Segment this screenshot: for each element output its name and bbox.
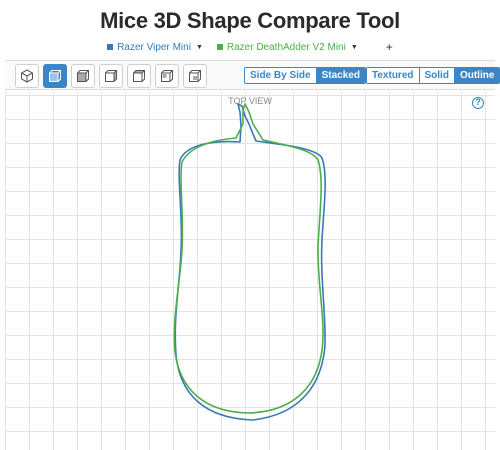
left-view-icon — [133, 70, 145, 82]
layout-toggle: Side By Side Stacked — [244, 67, 366, 84]
perspective-view-button[interactable] — [15, 64, 39, 88]
back-view-button[interactable] — [99, 64, 123, 88]
toolbar: Side By Side Stacked Textured Solid Outl… — [5, 60, 500, 90]
back-view-icon — [105, 70, 117, 82]
view-label: TOP VIEW — [228, 96, 272, 106]
top-view-icon — [49, 70, 61, 82]
add-mouse-button[interactable]: + — [386, 40, 393, 54]
stacked-button[interactable]: Stacked — [315, 68, 365, 83]
mouse-2-name: Razer DeathAdder V2 Mini — [226, 41, 346, 53]
mouse-select-2[interactable]: Razer DeathAdder V2 Mini ▼ — [216, 41, 358, 53]
top-view-button[interactable] — [43, 64, 67, 88]
front-view-icon — [77, 70, 89, 82]
page-title: Mice 3D Shape Compare Tool — [100, 8, 400, 33]
front-view-button[interactable] — [71, 64, 95, 88]
chevron-down-icon: ▼ — [350, 43, 358, 51]
solid-button[interactable]: Solid — [418, 68, 454, 83]
mouse-1-color-swatch — [107, 44, 114, 50]
mouse-select-1[interactable]: Razer Viper Mini ▼ — [107, 42, 203, 53]
chevron-down-icon: ▼ — [195, 43, 203, 51]
mouse-selector-row: Razer Viper Mini ▼ Razer DeathAdder V2 M… — [0, 40, 500, 54]
right-view-icon — [161, 70, 173, 82]
help-icon[interactable]: ? — [472, 97, 484, 109]
perspective-view-icon — [21, 69, 33, 83]
side-by-side-button[interactable]: Side By Side — [245, 68, 316, 83]
right-view-button[interactable] — [155, 64, 179, 88]
bottom-view-icon — [189, 70, 201, 82]
bottom-view-button[interactable] — [183, 64, 207, 88]
textured-button[interactable]: Textured — [367, 68, 419, 83]
mouse-2-color-swatch — [216, 44, 223, 50]
render-mode-toggle: Textured Solid Outline — [366, 67, 500, 84]
mouse-1-name: Razer Viper Mini — [117, 41, 191, 53]
left-view-button[interactable] — [127, 64, 151, 88]
outline-button[interactable]: Outline — [453, 68, 500, 83]
3d-viewport-canvas[interactable] — [5, 91, 495, 450]
